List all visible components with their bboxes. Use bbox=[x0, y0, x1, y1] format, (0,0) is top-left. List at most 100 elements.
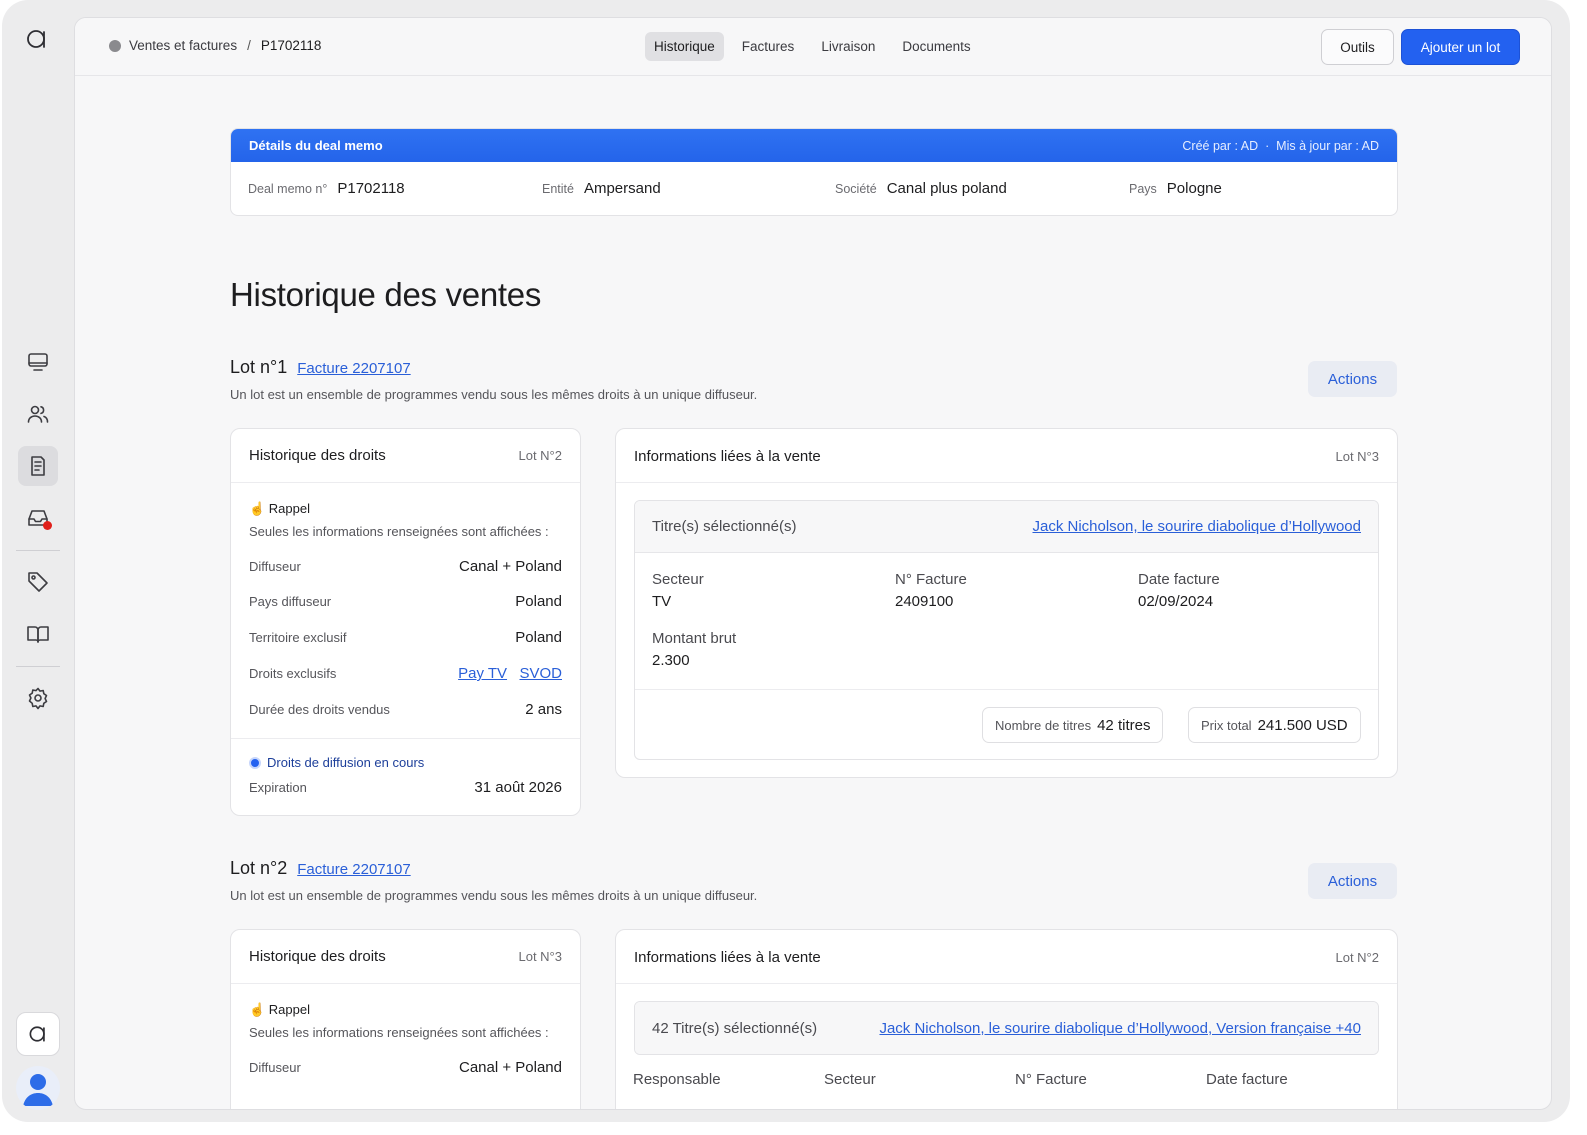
card-header: Informations liées à la vente Lot N°2 bbox=[616, 930, 1397, 984]
avatar[interactable] bbox=[16, 1066, 60, 1110]
sale-field-invoice: N° Facture 2409100 bbox=[895, 571, 967, 610]
rights-row-expiration: Expiration 31 août 2026 bbox=[249, 779, 562, 796]
card-lot-ref: Lot N°2 bbox=[518, 448, 562, 463]
memo-field-label: Entité bbox=[542, 182, 574, 196]
app-logo-icon[interactable] bbox=[24, 26, 50, 52]
lot-1-title: Lot n°1 Facture 2207107 bbox=[230, 357, 411, 378]
rights-row-label: Durée des droits vendus bbox=[249, 702, 390, 717]
tab-historique[interactable]: Historique bbox=[645, 32, 724, 61]
deal-memo-header: Détails du deal memo Créé par : AD · Mis… bbox=[231, 129, 1397, 162]
column-header-secteur: Secteur bbox=[824, 1071, 876, 1088]
breadcrumb-current: P1702118 bbox=[260, 38, 322, 53]
rights-row-label: Territoire exclusif bbox=[249, 630, 347, 645]
right-link-svod[interactable]: SVOD bbox=[519, 665, 562, 682]
tag-icon[interactable] bbox=[18, 562, 58, 602]
lot-invoice-link[interactable]: Facture 2207107 bbox=[297, 861, 410, 878]
app-window: Ventes et factures / P1702118 Historique… bbox=[2, 0, 1570, 1122]
user-avatar-icon bbox=[23, 1074, 53, 1106]
reminder-label: ☝ Rappel bbox=[249, 1002, 310, 1017]
memo-field-label: Société bbox=[835, 182, 877, 196]
rights-row-label: Droits exclusifs bbox=[249, 666, 337, 681]
gear-icon[interactable] bbox=[18, 678, 58, 718]
lot-invoice-link[interactable]: Facture 2207107 bbox=[297, 360, 410, 377]
lot-1-subtitle: Un lot est un ensemble de programmes ven… bbox=[230, 387, 758, 402]
memo-field-value: P1702118 bbox=[337, 180, 405, 197]
card-header: Historique des droits Lot N°2 bbox=[231, 429, 580, 483]
rights-status: Droits de diffusion en cours bbox=[249, 755, 424, 770]
breadcrumb-parent[interactable]: Ventes et factures bbox=[129, 38, 237, 53]
rights-row-broadcaster: Diffuseur Canal + Poland bbox=[249, 558, 562, 575]
rights-row-label: Pays diffuseur bbox=[249, 594, 332, 609]
card-divider bbox=[616, 482, 1397, 483]
tab-livraison[interactable]: Livraison bbox=[812, 32, 884, 61]
workspace-logo-button[interactable] bbox=[16, 1012, 60, 1056]
book-icon[interactable] bbox=[18, 614, 58, 654]
monitor-icon[interactable] bbox=[18, 342, 58, 382]
rights-row-exclusive: Droits exclusifs Pay TV SVOD bbox=[249, 665, 562, 683]
sale-field-label: Secteur bbox=[652, 571, 704, 588]
sale-field-invoice-date: Date facture 02/09/2024 bbox=[1138, 571, 1220, 610]
total-price-badge: Prix total 241.500 USD bbox=[1188, 707, 1361, 743]
page-title: Historique des ventes bbox=[230, 276, 542, 313]
rights-row-value: 2 ans bbox=[525, 701, 562, 718]
selected-titles-row: Titre(s) sélectionné(s) Jack Nicholson, … bbox=[635, 501, 1378, 553]
panel-divider bbox=[635, 689, 1378, 690]
tools-button[interactable]: Outils bbox=[1321, 29, 1394, 65]
pill-label: Nombre de titres bbox=[995, 717, 1092, 733]
rights-row-value: Canal + Poland bbox=[459, 1059, 562, 1076]
card-header: Historique des droits Lot N°3 bbox=[231, 930, 580, 984]
deal-memo-fields: Deal memo n° P1702118 Entité Ampersand S… bbox=[231, 162, 1397, 215]
reminder-subtitle: Seules les informations renseignées sont… bbox=[249, 1025, 549, 1040]
memo-field-entity: Entité Ampersand bbox=[542, 180, 661, 197]
card-title: Informations liées à la vente bbox=[634, 447, 821, 465]
column-header-invoice: N° Facture bbox=[1015, 1071, 1087, 1088]
rights-row-label: Diffuseur bbox=[249, 1060, 301, 1075]
selected-titles-label: Titre(s) sélectionné(s) bbox=[652, 518, 797, 535]
lot-1-actions-button[interactable]: Actions bbox=[1308, 361, 1397, 397]
rights-row-value: Canal + Poland bbox=[459, 558, 562, 575]
lot-2-actions-button[interactable]: Actions bbox=[1308, 863, 1397, 899]
selected-titles-row: 42 Titre(s) sélectionné(s) Jack Nicholso… bbox=[635, 1002, 1378, 1054]
tab-factures[interactable]: Factures bbox=[733, 32, 804, 61]
pill-value: 241.500 USD bbox=[1257, 716, 1348, 734]
selected-titles-link[interactable]: Jack Nicholson, le sourire diabolique d’… bbox=[879, 1020, 1361, 1037]
lot-2-rights-card: Historique des droits Lot N°3 ☝ Rappel S… bbox=[230, 929, 581, 1109]
rights-row-country: Pays diffuseur Poland bbox=[249, 593, 562, 610]
memo-field-country: Pays Pologne bbox=[1129, 180, 1222, 197]
lot-2-title: Lot n°2 Facture 2207107 bbox=[230, 858, 411, 879]
rights-row-value: Poland bbox=[515, 593, 562, 610]
memo-field-number: Deal memo n° P1702118 bbox=[248, 180, 405, 197]
inbox-icon[interactable] bbox=[18, 498, 58, 538]
card-lot-ref: Lot N°3 bbox=[518, 949, 562, 964]
sale-field-value: 2.300 bbox=[652, 652, 690, 669]
card-title: Informations liées à la vente bbox=[634, 948, 821, 966]
rights-status-text: Droits de diffusion en cours bbox=[267, 755, 425, 770]
memo-field-label: Deal memo n° bbox=[248, 182, 328, 196]
users-icon[interactable] bbox=[18, 394, 58, 434]
rights-row-label: Diffuseur bbox=[249, 559, 301, 574]
card-lot-ref: Lot N°3 bbox=[1335, 448, 1379, 464]
breadcrumb: Ventes et factures / P1702118 bbox=[109, 38, 321, 53]
column-header-invoice-date: Date facture bbox=[1206, 1071, 1288, 1088]
card-divider bbox=[616, 983, 1397, 984]
tab-documents[interactable]: Documents bbox=[893, 32, 979, 61]
memo-field-company: Société Canal plus poland bbox=[835, 180, 1007, 197]
title-count-badge: Nombre de titres 42 titres bbox=[982, 707, 1164, 743]
selected-titles-link[interactable]: Jack Nicholson, le sourire diabolique d’… bbox=[1032, 518, 1361, 535]
pill-value: 42 titres bbox=[1097, 716, 1151, 734]
document-list-icon[interactable] bbox=[18, 446, 58, 486]
sale-field-value: 02/09/2024 bbox=[1138, 593, 1214, 610]
app-logo-icon bbox=[29, 1026, 45, 1042]
rights-row-label: Expiration bbox=[249, 780, 307, 795]
memo-field-value: Ampersand bbox=[583, 180, 661, 197]
rights-row-territory: Territoire exclusif Poland bbox=[249, 629, 562, 646]
selected-titles-label: 42 Titre(s) sélectionné(s) bbox=[652, 1019, 818, 1037]
card-title: Historique des droits bbox=[249, 447, 386, 464]
add-lot-button[interactable]: Ajouter un lot bbox=[1401, 29, 1520, 65]
right-link-pay-tv[interactable]: Pay TV bbox=[458, 665, 507, 682]
deal-memo-meta: Créé par : AD · Mis à jour par : AD bbox=[1182, 138, 1379, 153]
deal-memo-title: Détails du deal memo bbox=[249, 138, 383, 153]
card-title: Historique des droits bbox=[249, 948, 386, 965]
card-header: Informations liées à la vente Lot N°3 bbox=[616, 429, 1397, 483]
notification-dot bbox=[43, 521, 52, 530]
